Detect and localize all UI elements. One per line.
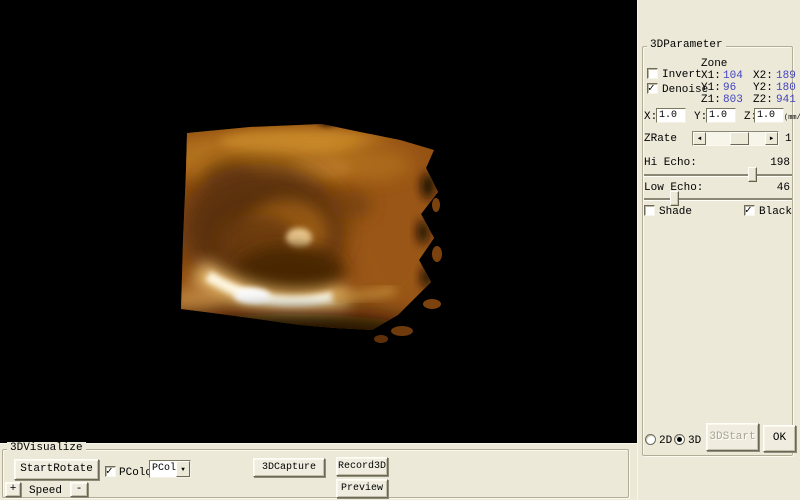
- zrate-scrollbar[interactable]: ◄ ►: [692, 131, 779, 146]
- speed-minus-button[interactable]: -: [70, 482, 88, 497]
- zone-z2-label: Z2:: [753, 94, 773, 106]
- visualize-groupbox: 3DVisualize StartRotate + Speed - PColor…: [2, 449, 629, 498]
- zone-x1-value: 104: [723, 70, 743, 82]
- zone-x2-value: 189: [776, 70, 796, 82]
- preview-button[interactable]: Preview: [336, 479, 388, 498]
- ultrasound-volume: [0, 0, 637, 443]
- parameter-group-title: 3DParameter: [647, 39, 726, 51]
- mode-2d-radio[interactable]: [645, 434, 656, 445]
- zone-y1-label: Y1:: [701, 82, 721, 94]
- mode-3d-radio[interactable]: [674, 434, 685, 445]
- scale-x-input[interactable]: [656, 108, 686, 123]
- low-echo-value: 46: [777, 182, 790, 194]
- denoise-checkbox[interactable]: [647, 83, 658, 94]
- hi-echo-value: 198: [770, 157, 790, 169]
- speed-plus-button[interactable]: +: [5, 482, 21, 497]
- shade-label: Shade: [659, 206, 692, 218]
- hi-echo-slider-thumb[interactable]: [748, 167, 757, 182]
- zone-y2-label: Y2:: [753, 82, 773, 94]
- 3dstart-button[interactable]: 3DStart: [706, 423, 759, 451]
- zone-title: Zone: [701, 58, 727, 70]
- invert-label: Invert: [662, 69, 702, 81]
- zone-z1-value: 803: [723, 94, 743, 106]
- invert-checkbox[interactable]: [647, 68, 658, 79]
- ok-button[interactable]: OK: [763, 425, 796, 452]
- mode-2d-label: 2D: [659, 435, 672, 447]
- zrate-thumb[interactable]: [730, 132, 749, 145]
- zone-z1-label: Z1:: [701, 94, 721, 106]
- zone-x2-label: X2:: [753, 70, 773, 82]
- scale-unit-label: (mm/p): [784, 112, 800, 124]
- visualize-panel: 3DVisualize StartRotate + Speed - PColor…: [0, 443, 637, 500]
- zrate-label: ZRate: [644, 133, 677, 145]
- zone-z2-value: 941: [776, 94, 796, 106]
- speed-label: Speed: [29, 485, 62, 497]
- record3d-button[interactable]: Record3D: [336, 457, 388, 476]
- chevron-down-icon[interactable]: [176, 461, 190, 477]
- parameter-panel: 3DParameter Invert Denoise Zone X1: 104 …: [637, 0, 800, 500]
- zrate-right-arrow-icon[interactable]: ►: [765, 132, 778, 145]
- low-echo-slider-thumb[interactable]: [670, 191, 679, 206]
- scale-y-input[interactable]: [706, 108, 736, 123]
- zone-y2-value: 180: [776, 82, 796, 94]
- 3dcapture-button[interactable]: 3DCapture: [253, 458, 325, 477]
- render-viewport[interactable]: [0, 0, 637, 443]
- hi-echo-label: Hi Echo:: [644, 157, 697, 169]
- pcolor-checkbox[interactable]: [105, 466, 116, 477]
- mode-3d-label: 3D: [688, 435, 701, 447]
- black-label: Black: [759, 206, 792, 218]
- start-rotate-button[interactable]: StartRotate: [14, 459, 99, 480]
- scale-z-input[interactable]: [754, 108, 784, 123]
- shade-checkbox[interactable]: [644, 205, 655, 216]
- black-checkbox[interactable]: [744, 205, 755, 216]
- pcolor-dropdown[interactable]: PColor: [149, 460, 191, 478]
- visualize-group-title: 3DVisualize: [7, 442, 86, 454]
- zrate-value: 1: [785, 133, 792, 145]
- hi-echo-slider-track[interactable]: [644, 174, 792, 176]
- parameter-groupbox: 3DParameter Invert Denoise Zone X1: 104 …: [642, 46, 793, 456]
- zrate-left-arrow-icon[interactable]: ◄: [693, 132, 706, 145]
- zone-y1-value: 96: [723, 82, 736, 94]
- low-echo-slider-track[interactable]: [644, 198, 792, 200]
- zone-x1-label: X1:: [701, 70, 721, 82]
